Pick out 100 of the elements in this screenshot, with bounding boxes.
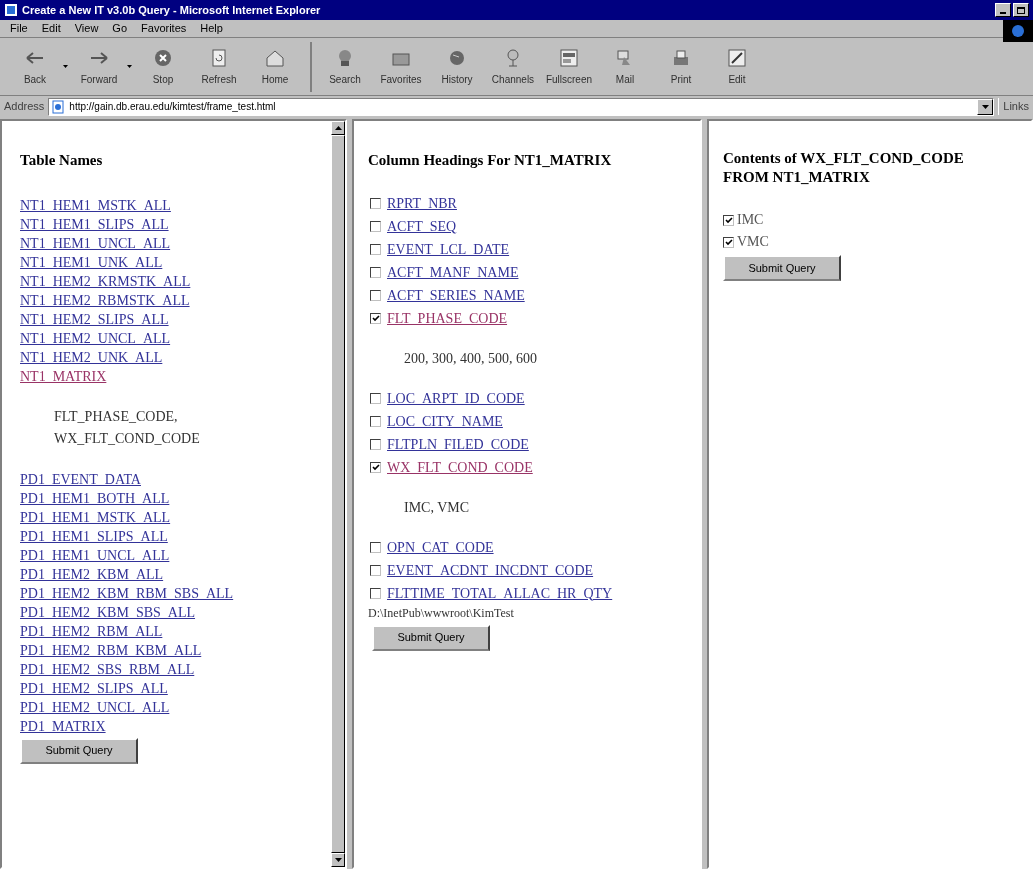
menu-item[interactable]: Favorites: [141, 20, 187, 37]
checkbox[interactable]: [723, 236, 734, 248]
values-text: 200, 300, 400, 500, 600: [403, 349, 537, 368]
table-link[interactable]: NT1_HEM2_UNK_ALL: [20, 347, 163, 367]
submit-query-button[interactable]: Submit Query: [723, 255, 841, 281]
browser-icon: [4, 3, 18, 17]
toolbar-button[interactable]: Print: [656, 41, 706, 92]
checkbox[interactable]: [370, 220, 381, 232]
toolbar-button[interactable]: Stop: [138, 41, 188, 92]
table-link[interactable]: NT1_MATRIX: [20, 366, 107, 386]
checkbox[interactable]: [370, 266, 381, 278]
table-link[interactable]: NT1_HEM1_MSTK_ALL: [20, 195, 171, 215]
table-link[interactable]: FLTPLN_FILED_CODE: [387, 432, 529, 456]
checkbox[interactable]: [370, 541, 381, 553]
table-link[interactable]: OPN_CAT_CODE: [387, 535, 494, 559]
column-name-text: WX_FLT_COND_CODE: [54, 429, 200, 448]
toolbar-button[interactable]: Edit: [712, 41, 762, 92]
path-text: D:\InetPub\wwwroot\KimTest: [368, 604, 514, 621]
checkbox[interactable]: [370, 197, 381, 209]
frame-heading: Table Names: [20, 151, 103, 170]
table-link[interactable]: PD1_HEM2_KBM_RBM_SBS_ALL: [20, 583, 234, 603]
table-link[interactable]: PD1_HEM2_KBM_ALL: [20, 564, 164, 584]
frame-heading: Column Headings For NT1_MATRIX: [368, 151, 612, 170]
checkbox[interactable]: [370, 461, 381, 473]
toolbar-button[interactable]: Back: [10, 41, 68, 92]
option-label: IMC: [737, 211, 764, 229]
page-icon: [51, 99, 66, 114]
table-link[interactable]: NT1_HEM1_UNCL_ALL: [20, 233, 171, 253]
table-link[interactable]: PD1_HEM2_KBM_SBS_ALL: [20, 602, 196, 622]
table-link[interactable]: NT1_HEM1_UNK_ALL: [20, 252, 163, 272]
menu-item[interactable]: Help: [200, 20, 223, 37]
toolbar-button[interactable]: Favorites: [376, 41, 426, 92]
dropdown-arrow-icon: [981, 104, 989, 109]
table-link[interactable]: PD1_HEM2_SBS_RBM_ALL: [20, 659, 195, 679]
table-link[interactable]: LOC_ARPT_ID_CODE: [387, 386, 525, 410]
maximize-button[interactable]: [1013, 3, 1029, 17]
table-link[interactable]: ACFT_MANF_NAME: [387, 260, 519, 284]
toolbar-button[interactable]: Refresh: [194, 41, 244, 92]
toolbar-button[interactable]: Fullscreen: [544, 41, 594, 92]
table-link[interactable]: PD1_HEM2_RBM_KBM_ALL: [20, 640, 202, 660]
menu-item[interactable]: Edit: [41, 20, 61, 37]
submit-query-button[interactable]: Submit Query: [20, 737, 138, 764]
table-link[interactable]: EVENT_ACDNT_INCDNT_CODE: [387, 558, 594, 582]
table-link[interactable]: WX_FLT_COND_CODE: [387, 455, 533, 479]
scroll-down-icon: [334, 858, 342, 862]
edit-icon: [726, 46, 748, 69]
frame-heading: Contents of WX_FLT_COND_CODE FROM NT1_MATRIX: [723, 149, 965, 187]
table-link[interactable]: ACFT_SERIES_NAME: [387, 283, 525, 307]
table-link[interactable]: PD1_HEM1_MSTK_ALL: [20, 507, 171, 527]
toolbar-button[interactable]: Channels: [488, 41, 538, 92]
table-link[interactable]: PD1_HEM2_RBM_ALL: [20, 621, 163, 641]
dropdown-arrow-icon: [63, 65, 68, 68]
table-link[interactable]: NT1_HEM1_SLIPS_ALL: [20, 214, 169, 234]
table-link[interactable]: PD1_HEM1_UNCL_ALL: [20, 545, 170, 565]
toolbar-button[interactable]: Search: [310, 41, 370, 92]
table-link[interactable]: NT1_HEM2_KRMSTK_ALL: [20, 271, 191, 291]
table-link[interactable]: RPRT_NBR: [387, 191, 457, 215]
address-field[interactable]: http://gain.db.erau.edu/kimtest/frame_test.html: [48, 97, 995, 116]
scrollbar[interactable]: [331, 121, 345, 867]
checkbox[interactable]: [370, 587, 381, 599]
column-name-text: FLT_PHASE_CODE,: [54, 407, 179, 426]
table-link[interactable]: NT1_HEM2_RBMSTK_ALL: [20, 290, 190, 310]
checkbox[interactable]: [723, 214, 734, 226]
checkbox[interactable]: [370, 438, 381, 450]
toolbar-button[interactable]: Home: [250, 41, 300, 92]
table-link[interactable]: FLT_PHASE_CODE: [387, 306, 508, 330]
submit-query-button[interactable]: Submit Query: [372, 624, 490, 651]
table-link[interactable]: PD1_HEM1_SLIPS_ALL: [20, 526, 168, 546]
address-label: Address: [4, 99, 45, 115]
menu-item[interactable]: View: [74, 20, 99, 37]
scroll-up-icon: [334, 126, 342, 130]
minimize-button[interactable]: [995, 3, 1011, 17]
checkbox[interactable]: [370, 312, 381, 324]
menu-item[interactable]: Go: [112, 20, 128, 37]
dropdown-arrow-icon: [127, 65, 132, 68]
checkbox[interactable]: [370, 415, 381, 427]
checkbox[interactable]: [370, 243, 381, 255]
table-link[interactable]: NT1_HEM2_SLIPS_ALL: [20, 309, 169, 329]
fullscreen-icon: [558, 46, 580, 69]
menu-item[interactable]: File: [10, 20, 28, 37]
links-label[interactable]: Links: [998, 98, 1029, 115]
checkbox[interactable]: [370, 289, 381, 301]
window-title: Create a New IT v3.0b Query - Microsoft Internet Explorer: [22, 2, 321, 18]
table-link[interactable]: NT1_HEM2_UNCL_ALL: [20, 328, 171, 348]
globe-icon: [1011, 24, 1025, 38]
table-link[interactable]: PD1_HEM2_UNCL_ALL: [20, 697, 170, 717]
table-link[interactable]: PD1_HEM1_BOTH_ALL: [20, 488, 170, 508]
toolbar-button[interactable]: Mail: [600, 41, 650, 92]
checkbox[interactable]: [370, 392, 381, 404]
table-link[interactable]: ACFT_SEQ: [387, 214, 457, 238]
table-link[interactable]: EVENT_LCL_DATE: [387, 237, 510, 261]
table-link[interactable]: PD1_MATRIX: [20, 716, 106, 736]
table-link[interactable]: LOC_CITY_NAME: [387, 409, 503, 433]
toolbar-button[interactable]: History: [432, 41, 482, 92]
values-text: IMC, VMC: [403, 498, 470, 517]
checkbox[interactable]: [370, 564, 381, 576]
table-link[interactable]: PD1_HEM2_SLIPS_ALL: [20, 678, 168, 698]
table-link[interactable]: FLTTIME_TOTAL_ALLAC_HR_QTY: [387, 581, 613, 605]
table-link[interactable]: PD1_EVENT_DATA: [20, 469, 141, 489]
toolbar-button[interactable]: Forward: [74, 41, 132, 92]
